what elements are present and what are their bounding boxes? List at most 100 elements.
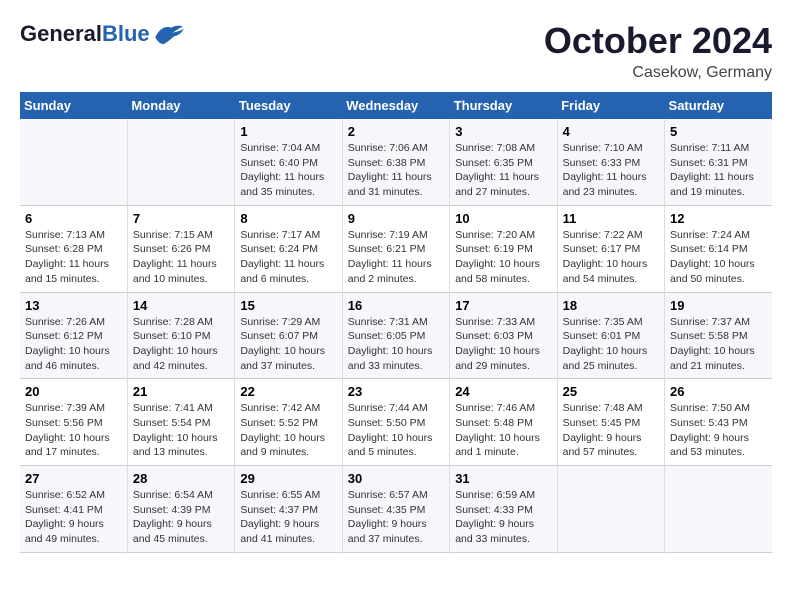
day-header-friday: Friday (557, 92, 664, 119)
day-number: 30 (348, 471, 444, 486)
calendar-header-row: SundayMondayTuesdayWednesdayThursdayFrid… (20, 92, 772, 119)
day-header-tuesday: Tuesday (235, 92, 342, 119)
cell-info: Sunrise: 6:55 AMSunset: 4:37 PMDaylight:… (240, 488, 336, 547)
logo-blue: Blue (102, 21, 150, 46)
calendar-cell: 5 Sunrise: 7:11 AMSunset: 6:31 PMDaylight… (665, 119, 772, 205)
day-number: 19 (670, 298, 767, 313)
day-number: 10 (455, 211, 551, 226)
calendar-cell: 25Sunrise: 7:48 AMSunset: 5:45 PMDayligh… (557, 379, 664, 466)
day-number: 22 (240, 384, 336, 399)
calendar-cell: 8Sunrise: 7:17 AMSunset: 6:24 PMDaylight… (235, 205, 342, 292)
calendar-week-row: 20Sunrise: 7:39 AMSunset: 5:56 PMDayligh… (20, 379, 772, 466)
calendar-cell: 16 Sunrise: 7:31 AMSunset: 6:05 PMDayligh… (342, 292, 449, 379)
cell-info: Sunrise: 7:46 AMSunset: 5:48 PMDaylight:… (455, 401, 551, 460)
location-title: Casekow, Germany (544, 64, 772, 82)
cell-info: Sunrise: 6:52 AMSunset: 4:41 PMDaylight:… (25, 488, 122, 547)
cell-info: Sunrise: 7:20 AMSunset: 6:19 PMDaylight:… (455, 228, 551, 287)
calendar-cell: 21 Sunrise: 7:41 AMSunset: 5:54 PMDayligh… (127, 379, 234, 466)
day-header-monday: Monday (127, 92, 234, 119)
calendar-week-row: 27 Sunrise: 6:52 AMSunset: 4:41 PMDayligh… (20, 466, 772, 553)
calendar-cell: 20Sunrise: 7:39 AMSunset: 5:56 PMDayligh… (20, 379, 127, 466)
cell-info: Sunrise: 7:50 AMSunset: 5:43 PMDaylight:… (670, 401, 767, 460)
calendar-cell: 29 Sunrise: 6:55 AMSunset: 4:37 PMDayligh… (235, 466, 342, 553)
day-header-thursday: Thursday (450, 92, 557, 119)
calendar-cell (665, 466, 772, 553)
day-header-wednesday: Wednesday (342, 92, 449, 119)
cell-info: Sunrise: 7:33 AMSunset: 6:03 PMDaylight:… (455, 315, 551, 374)
calendar-cell: 23 Sunrise: 7:44 AMSunset: 5:50 PMDayligh… (342, 379, 449, 466)
cell-info: Sunrise: 7:29 AMSunset: 6:07 PMDaylight:… (240, 315, 336, 374)
cell-info: Sunrise: 7:35 AMSunset: 6:01 PMDaylight:… (563, 315, 659, 374)
calendar-cell: 19 Sunrise: 7:37 AMSunset: 5:58 PMDayligh… (665, 292, 772, 379)
logo-bird-icon (152, 20, 184, 48)
cell-info: Sunrise: 7:31 AMSunset: 6:05 PMDaylight:… (348, 315, 444, 374)
cell-info: Sunrise: 7:37 AMSunset: 5:58 PMDaylight:… (670, 315, 767, 374)
calendar-cell: 27 Sunrise: 6:52 AMSunset: 4:41 PMDayligh… (20, 466, 127, 553)
day-number: 3 (455, 124, 551, 139)
calendar-cell: 26 Sunrise: 7:50 AMSunset: 5:43 PMDayligh… (665, 379, 772, 466)
cell-info: Sunrise: 7:06 AMSunset: 6:38 PMDaylight:… (348, 141, 444, 200)
calendar-cell: 11Sunrise: 7:22 AMSunset: 6:17 PMDayligh… (557, 205, 664, 292)
day-header-saturday: Saturday (665, 92, 772, 119)
day-number: 2 (348, 124, 444, 139)
cell-info: Sunrise: 7:10 AMSunset: 6:33 PMDaylight:… (563, 141, 659, 200)
logo: GeneralBlue (20, 20, 184, 48)
cell-info: Sunrise: 7:15 AMSunset: 6:26 PMDaylight:… (133, 228, 229, 287)
day-header-sunday: Sunday (20, 92, 127, 119)
calendar-week-row: 6Sunrise: 7:13 AMSunset: 6:28 PMDaylight… (20, 205, 772, 292)
cell-info: Sunrise: 7:17 AMSunset: 6:24 PMDaylight:… (240, 228, 336, 287)
logo-general: General (20, 21, 102, 46)
day-number: 26 (670, 384, 767, 399)
calendar-cell: 13 Sunrise: 7:26 AMSunset: 6:12 PMDayligh… (20, 292, 127, 379)
day-number: 28 (133, 471, 229, 486)
calendar-cell (557, 466, 664, 553)
day-number: 7 (133, 211, 229, 226)
day-number: 29 (240, 471, 336, 486)
title-area: October 2024 Casekow, Germany (544, 20, 772, 82)
calendar-cell: 28 Sunrise: 6:54 AMSunset: 4:39 PMDayligh… (127, 466, 234, 553)
cell-info: Sunrise: 7:22 AMSunset: 6:17 PMDaylight:… (563, 228, 659, 287)
calendar-cell: 1 Sunrise: 7:04 AMSunset: 6:40 PMDaylight… (235, 119, 342, 205)
calendar-week-row: 13 Sunrise: 7:26 AMSunset: 6:12 PMDayligh… (20, 292, 772, 379)
cell-info: Sunrise: 7:11 AMSunset: 6:31 PMDaylight:… (670, 141, 767, 200)
calendar-cell: 22 Sunrise: 7:42 AMSunset: 5:52 PMDayligh… (235, 379, 342, 466)
calendar-cell: 18Sunrise: 7:35 AMSunset: 6:01 PMDayligh… (557, 292, 664, 379)
day-number: 6 (25, 211, 122, 226)
cell-info: Sunrise: 6:54 AMSunset: 4:39 PMDaylight:… (133, 488, 229, 547)
calendar-cell: 7 Sunrise: 7:15 AMSunset: 6:26 PMDaylight… (127, 205, 234, 292)
cell-info: Sunrise: 7:41 AMSunset: 5:54 PMDaylight:… (133, 401, 229, 460)
cell-info: Sunrise: 7:44 AMSunset: 5:50 PMDaylight:… (348, 401, 444, 460)
calendar-cell (20, 119, 127, 205)
cell-info: Sunrise: 7:48 AMSunset: 5:45 PMDaylight:… (563, 401, 659, 460)
calendar-cell: 4 Sunrise: 7:10 AMSunset: 6:33 PMDaylight… (557, 119, 664, 205)
day-number: 17 (455, 298, 551, 313)
day-number: 14 (133, 298, 229, 313)
day-number: 16 (348, 298, 444, 313)
day-number: 4 (563, 124, 659, 139)
calendar-cell: 14 Sunrise: 7:28 AMSunset: 6:10 PMDayligh… (127, 292, 234, 379)
cell-info: Sunrise: 7:28 AMSunset: 6:10 PMDaylight:… (133, 315, 229, 374)
day-number: 21 (133, 384, 229, 399)
calendar-week-row: 1 Sunrise: 7:04 AMSunset: 6:40 PMDaylight… (20, 119, 772, 205)
calendar-cell: 17 Sunrise: 7:33 AMSunset: 6:03 PMDayligh… (450, 292, 557, 379)
day-number: 13 (25, 298, 122, 313)
day-number: 31 (455, 471, 551, 486)
calendar-cell: 6Sunrise: 7:13 AMSunset: 6:28 PMDaylight… (20, 205, 127, 292)
day-number: 23 (348, 384, 444, 399)
day-number: 5 (670, 124, 767, 139)
day-number: 27 (25, 471, 122, 486)
day-number: 1 (240, 124, 336, 139)
cell-info: Sunrise: 7:19 AMSunset: 6:21 PMDaylight:… (348, 228, 444, 287)
month-title: October 2024 (544, 20, 772, 62)
cell-info: Sunrise: 6:59 AMSunset: 4:33 PMDaylight:… (455, 488, 551, 547)
page-header: GeneralBlue October 2024 Casekow, German… (20, 20, 772, 82)
calendar-table: SundayMondayTuesdayWednesdayThursdayFrid… (20, 92, 772, 553)
day-number: 15 (240, 298, 336, 313)
cell-info: Sunrise: 7:04 AMSunset: 6:40 PMDaylight:… (240, 141, 336, 200)
cell-info: Sunrise: 7:24 AMSunset: 6:14 PMDaylight:… (670, 228, 767, 287)
calendar-cell: 15 Sunrise: 7:29 AMSunset: 6:07 PMDayligh… (235, 292, 342, 379)
cell-info: Sunrise: 7:26 AMSunset: 6:12 PMDaylight:… (25, 315, 122, 374)
calendar-cell: 2 Sunrise: 7:06 AMSunset: 6:38 PMDaylight… (342, 119, 449, 205)
calendar-cell: 9Sunrise: 7:19 AMSunset: 6:21 PMDaylight… (342, 205, 449, 292)
cell-info: Sunrise: 7:42 AMSunset: 5:52 PMDaylight:… (240, 401, 336, 460)
